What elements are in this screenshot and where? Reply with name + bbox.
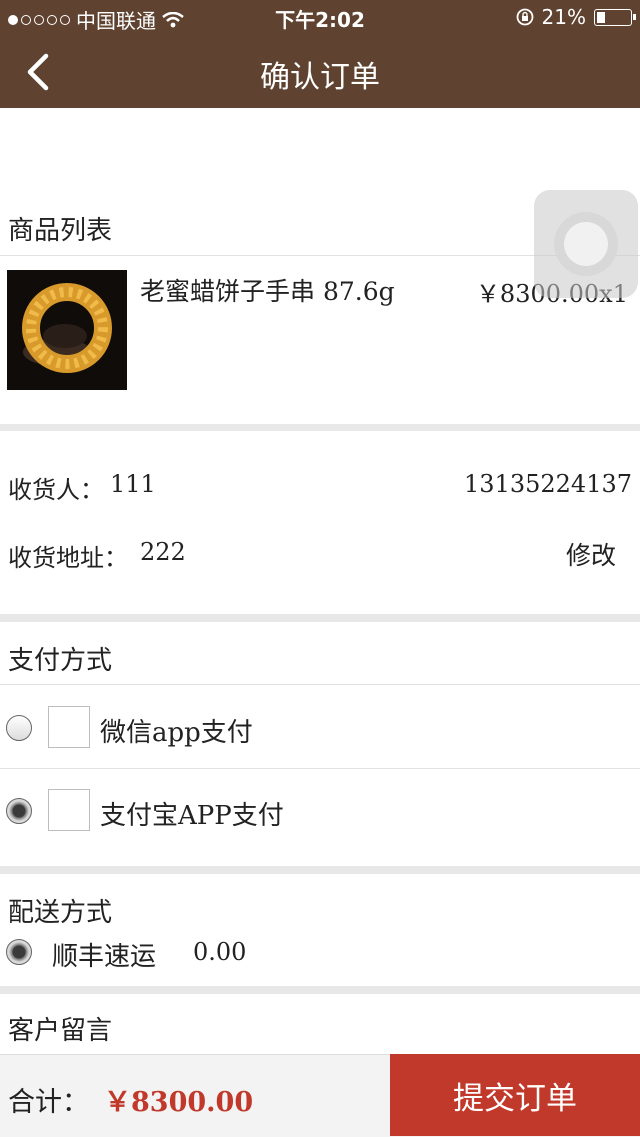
delivery-heading: 配送方式 xyxy=(8,898,113,928)
product-list-heading: 商品列表 xyxy=(8,216,113,246)
submit-order-button[interactable]: 提交订单 xyxy=(390,1054,640,1136)
battery-icon xyxy=(594,8,636,26)
address-label: 收货地址： xyxy=(8,544,128,572)
section-separator xyxy=(0,424,640,431)
status-bar: 中国联通 下午2:02 21% xyxy=(0,0,640,36)
product-image[interactable] xyxy=(7,270,127,390)
alipay-icon xyxy=(48,789,90,831)
section-separator xyxy=(0,866,640,874)
battery-percent: 21% xyxy=(541,5,586,29)
section-separator xyxy=(0,614,640,622)
edit-address-button[interactable]: 修改 xyxy=(566,536,616,572)
receiver-label: 收货人： xyxy=(8,476,104,504)
product-name[interactable]: 老蜜蜡饼子手串 87.6g xyxy=(140,272,395,308)
divider xyxy=(0,768,640,769)
payment-heading: 支付方式 xyxy=(8,646,113,676)
delivery-option-label[interactable]: 顺丰速运 xyxy=(52,936,156,973)
delivery-option-price: 0.00 xyxy=(193,938,247,966)
payment-radio-wechat[interactable] xyxy=(6,715,32,741)
receiver-phone: 13135224137 xyxy=(464,470,632,498)
wechat-pay-icon xyxy=(48,706,90,748)
status-right: 21% xyxy=(516,5,636,29)
customer-message-heading: 客户留言 xyxy=(8,1016,113,1046)
top-bar: 中国联通 下午2:02 21% 确认订单 xyxy=(0,0,640,108)
payment-option-alipay[interactable]: 支付宝APP支付 xyxy=(100,795,284,832)
delivery-radio-sf[interactable] xyxy=(6,939,32,965)
receiver-value: 111 xyxy=(110,470,156,498)
divider xyxy=(0,684,640,685)
page-title: 确认订单 xyxy=(260,60,380,95)
total-amount: ￥8300.00 xyxy=(104,1087,254,1118)
assistive-touch-button[interactable] xyxy=(534,190,638,298)
amber-bracelet-image xyxy=(7,270,127,390)
rotation-lock-icon xyxy=(516,8,533,26)
payment-option-wechat[interactable]: 微信app支付 xyxy=(100,712,253,749)
address-value: 222 xyxy=(140,538,186,566)
payment-radio-alipay[interactable] xyxy=(6,798,32,824)
total-label: 合计： xyxy=(8,1087,89,1118)
section-separator xyxy=(0,986,640,994)
